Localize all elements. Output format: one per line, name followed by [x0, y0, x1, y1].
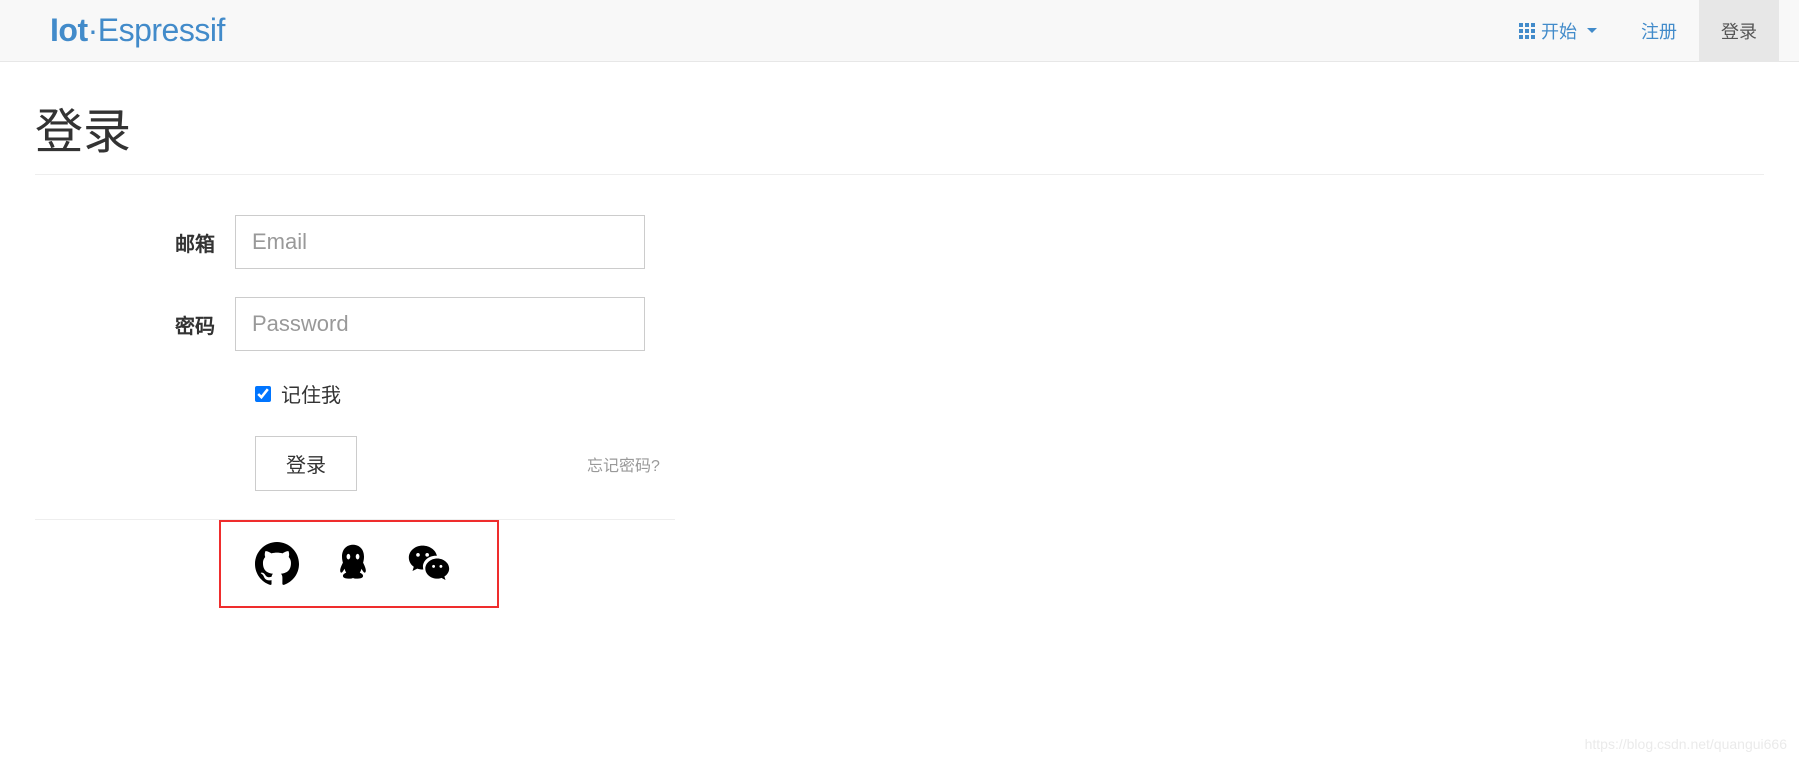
social-login-box — [219, 520, 499, 608]
nav-login[interactable]: 登录 — [1699, 0, 1779, 62]
remember-checkbox[interactable] — [255, 386, 271, 402]
password-label: 密码 — [35, 310, 235, 339]
github-icon[interactable] — [255, 542, 299, 586]
watermark: https://blog.csdn.net/quangui666 — [1585, 736, 1787, 752]
nav-register[interactable]: 注册 — [1619, 0, 1699, 62]
qq-icon[interactable] — [331, 542, 375, 586]
password-field[interactable] — [235, 297, 645, 351]
email-row: 邮箱 — [35, 215, 675, 269]
grid-icon — [1519, 23, 1535, 39]
brand-sep: · — [88, 12, 98, 48]
caret-down-icon — [1587, 28, 1597, 33]
page-title: 登录 — [35, 92, 1764, 175]
forgot-password-link[interactable]: 忘记密码? — [587, 452, 660, 476]
navbar: Iot·Espressif 开始 注册 登录 — [0, 0, 1799, 62]
nav-right: 开始 注册 登录 — [1497, 0, 1779, 62]
nav-start[interactable]: 开始 — [1497, 0, 1619, 62]
nav-register-label: 注册 — [1641, 18, 1677, 44]
login-button[interactable]: 登录 — [255, 436, 357, 491]
brand-light: Espressif — [98, 12, 225, 48]
email-field[interactable] — [235, 215, 645, 269]
container: 登录 邮箱 密码 记住我 登录 忘记密码? — [0, 62, 1799, 608]
remember-label: 记住我 — [281, 379, 341, 408]
email-label: 邮箱 — [35, 228, 235, 257]
button-row: 登录 忘记密码? — [255, 436, 675, 491]
brand-bold: Iot — [50, 12, 88, 48]
brand-logo[interactable]: Iot·Espressif — [50, 12, 225, 49]
remember-row: 记住我 — [255, 379, 675, 408]
nav-login-label: 登录 — [1721, 18, 1757, 44]
password-row: 密码 — [35, 297, 675, 351]
wechat-icon[interactable] — [407, 542, 451, 586]
nav-start-label: 开始 — [1541, 18, 1577, 44]
login-form: 邮箱 密码 记住我 登录 忘记密码? — [35, 215, 675, 608]
